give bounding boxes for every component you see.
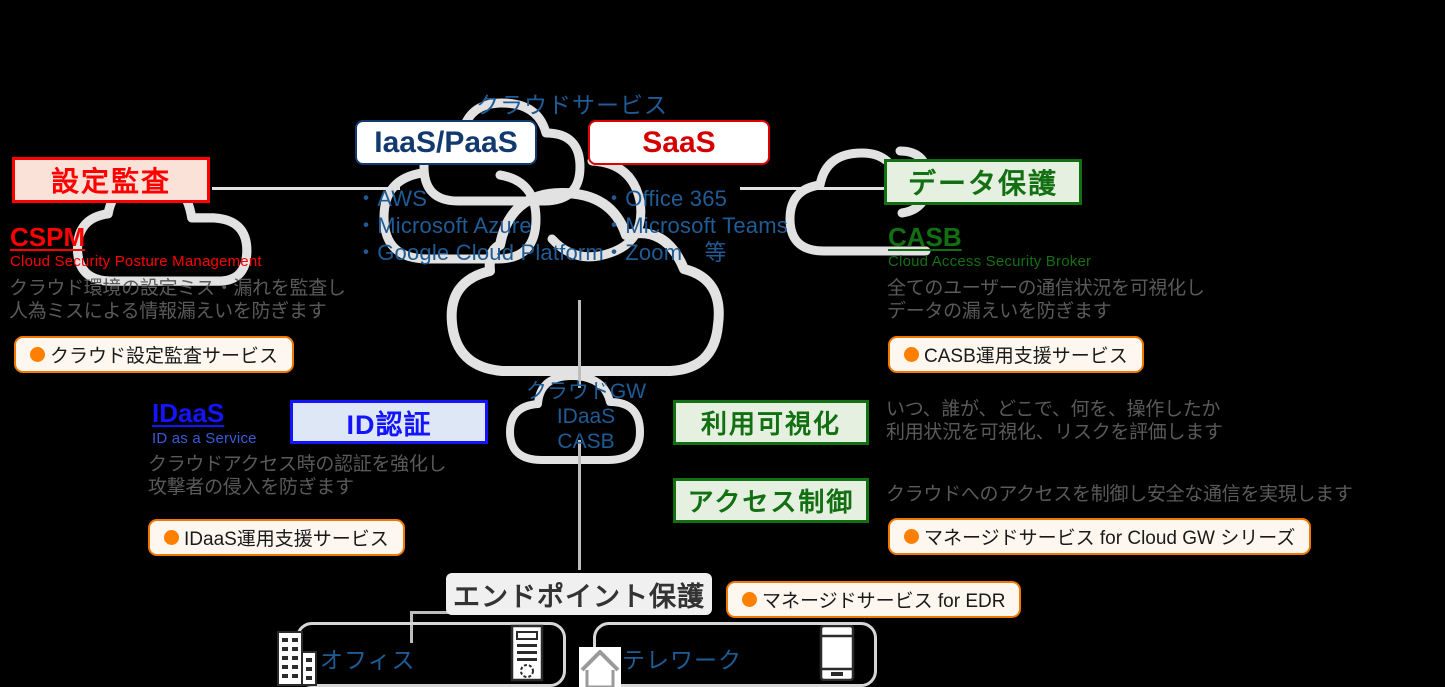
bullet-dot-icon <box>30 347 45 362</box>
casb-service-badge[interactable]: CASB運用支援サービス <box>888 336 1144 373</box>
diagram-canvas: クラウドサービス IaaS/PaaS SaaS ・AWS ・Microsoft … <box>0 0 1445 687</box>
casb-box[interactable]: データ保護 <box>884 159 1082 205</box>
idaas-service-label: IDaaS運用支援サービス <box>184 529 389 550</box>
idaas-acronym: IDaaS <box>152 398 225 428</box>
telework-label: テレワーク <box>622 647 742 673</box>
connector-cloud-to-gw <box>578 300 581 388</box>
saas-provider-list: ・Office 365 ・Microsoft Teams ・Zoom 等 <box>603 186 788 265</box>
id-authentication-box[interactable]: ID認証 <box>290 400 488 444</box>
idaas-description: クラウドアクセス時の認証を強化し 攻撃者の侵入を防ぎます <box>148 454 447 498</box>
edr-service-badge[interactable]: マネージドサービス for EDR <box>726 581 1022 618</box>
building-icon <box>277 631 317 686</box>
cspm-expansion: Cloud Security Posture Management <box>10 253 262 270</box>
bullet-dot-icon <box>904 529 919 544</box>
bullet-dot-icon <box>742 592 757 607</box>
house-icon <box>579 647 621 687</box>
saas-box[interactable]: SaaS <box>588 120 770 165</box>
casb-acronym: CASB <box>888 222 962 252</box>
cspm-box[interactable]: 設定監査 <box>12 157 210 203</box>
cloud-gw-service-badge[interactable]: マネージドサービス for Cloud GW シリーズ <box>888 518 1312 555</box>
bullet-dot-icon <box>164 530 179 545</box>
edr-service-label: マネージドサービス for EDR <box>762 591 1006 612</box>
cloud-gw-label: クラウドGW IDaaS CASB <box>525 380 647 453</box>
smartphone-icon <box>819 625 855 681</box>
iaas-paas-box[interactable]: IaaS/PaaS <box>355 120 537 165</box>
casb-expansion: Cloud Access Security Broker <box>888 253 1092 270</box>
access-control-box[interactable]: アクセス制御 <box>673 478 869 523</box>
cspm-description: クラウド環境の設定ミス・漏れを監査し 人為ミスによる情報漏えいを防ぎます <box>9 278 346 322</box>
endpoint-protection-box[interactable]: エンドポイント保護 <box>446 573 712 615</box>
access-control-description: クラウドへのアクセスを制御し安全な通信を実現します <box>886 484 1353 505</box>
cspm-service-badge[interactable]: クラウド設定監査サービス <box>14 336 295 373</box>
bullet-dot-icon <box>904 347 919 362</box>
idaas-service-badge[interactable]: IDaaS運用支援サービス <box>148 519 405 556</box>
cloud-service-title: クラウドサービス <box>476 92 668 118</box>
cloud-gw-service-label: マネージドサービス for Cloud GW シリーズ <box>924 528 1296 549</box>
cspm-acronym: CSPM <box>10 222 86 252</box>
visualization-description: いつ、誰が、どこで、何を、操作したか 利用状況を可視化、リスクを評価します <box>886 399 1223 443</box>
idaas-expansion: ID as a Service <box>152 430 257 447</box>
connector-gw-to-endpoint <box>578 440 581 570</box>
cspm-service-label: クラウド設定監査サービス <box>50 346 279 367</box>
office-label: オフィス <box>320 647 416 673</box>
iaas-provider-list: ・AWS ・Microsoft Azure ・Google Cloud Plat… <box>355 186 604 265</box>
visualization-box[interactable]: 利用可視化 <box>673 400 869 445</box>
server-tower-icon <box>510 624 544 682</box>
casb-description: 全てのユーザーの通信状況を可視化し データの漏えいを防ぎます <box>887 278 1205 322</box>
casb-service-label: CASB運用支援サービス <box>924 346 1128 367</box>
